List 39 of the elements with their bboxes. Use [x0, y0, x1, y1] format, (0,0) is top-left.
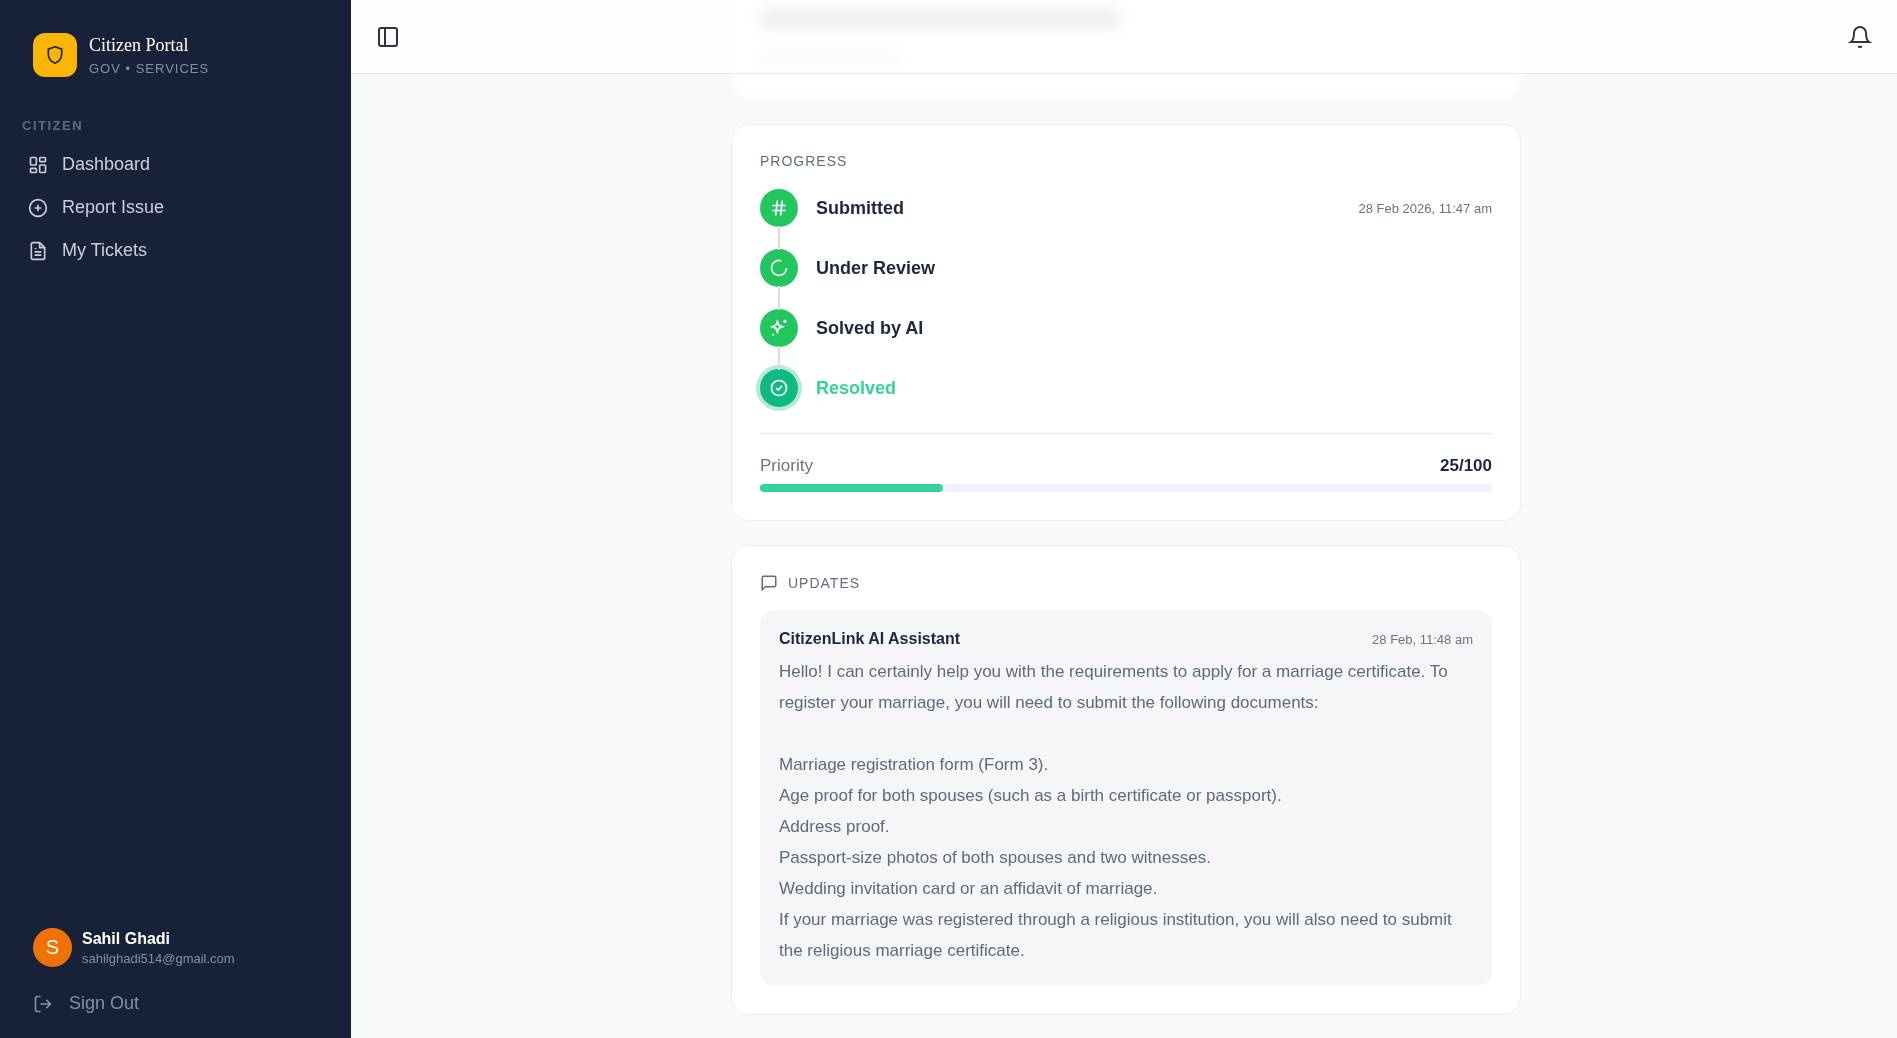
card-title: PROGRESS [760, 153, 848, 169]
check-circle-icon [769, 378, 789, 398]
dashboard-icon [28, 154, 48, 175]
chat-icon [760, 574, 778, 592]
user-email: sahilghadi514@gmail.com [82, 950, 235, 966]
sign-out-icon [33, 993, 53, 1014]
sidebar-item[interactable]: Dashboard [12, 143, 339, 186]
step-label: Submitted [816, 197, 904, 219]
loading-icon [769, 258, 789, 278]
priority-value: 25/100 [1440, 456, 1492, 476]
message-line: Passport-size photos of both spouses and two witnesses. [779, 847, 1212, 869]
plus-circle-icon [28, 197, 48, 218]
step-label: Solved by AI [816, 317, 924, 339]
message-line: Marriage registration form (Form 3). [779, 754, 1050, 776]
shield-logo [33, 33, 77, 77]
sidebar-toggle-button[interactable] [376, 24, 400, 49]
user-name: Sahil Ghadi [82, 929, 171, 948]
message-author: CitizenLink AI Assistant [779, 630, 961, 648]
card-title: UPDATES [788, 575, 861, 591]
section-label: CITIZEN [22, 118, 85, 133]
message-line: Age proof for both spouses (such as a birth certificate or passport). [779, 785, 1283, 807]
message-time: 28 Feb, 11:48 am [1372, 631, 1473, 647]
message-line: Wedding invitation card or an affidavit of marriage. [779, 878, 1159, 900]
app-title: Citizen Portal [89, 34, 190, 56]
step-label: Resolved [816, 377, 897, 399]
notification-bell-icon[interactable] [1848, 24, 1872, 49]
priority-label: Priority [760, 456, 813, 476]
message-text: Hello! I can certainly help you with the requirements to apply for a marriage certificate. To register your marriage, you will need to submit the following documents: [779, 661, 1449, 714]
sidebar-item[interactable]: Report Issue [12, 186, 339, 229]
hash-icon [769, 198, 789, 218]
sign-out-button[interactable]: Sign Out [33, 993, 140, 1014]
step-label: Under Review [816, 257, 936, 279]
step-time: 28 Feb 2026, 11:47 am [1358, 200, 1492, 216]
app-subtitle: GOV • SERVICES [89, 60, 210, 76]
sparkle-icon [769, 318, 789, 338]
message-line: If your marriage was registered through a religious institution, you will also need to submit the religious marriage certificate. [779, 909, 1453, 962]
sidebar-item[interactable]: My Tickets [12, 229, 339, 272]
document-icon [28, 240, 48, 261]
message-line: Address proof. [779, 816, 891, 838]
